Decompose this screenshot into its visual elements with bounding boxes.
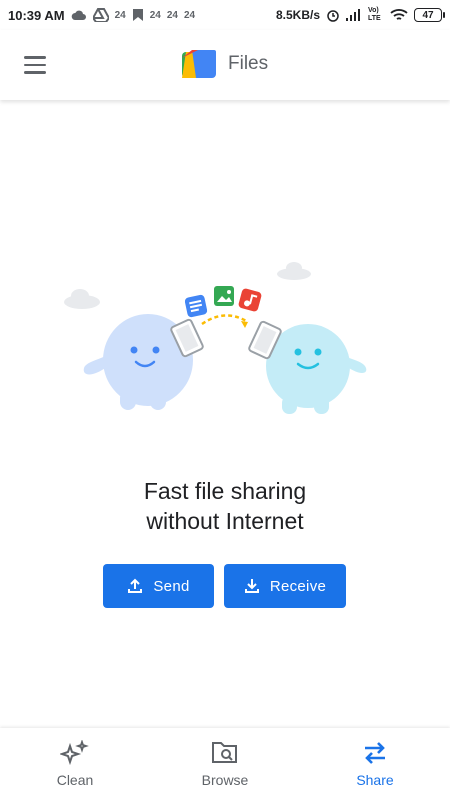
transfer-arc <box>201 314 249 326</box>
share-actions: Send Receive <box>103 564 346 608</box>
audio-file-icon <box>238 288 262 312</box>
notif-count-1: 24 <box>114 9 126 21</box>
headline-line-1: Fast file sharing <box>143 478 307 504</box>
swap-arrows-icon <box>365 742 385 764</box>
signal-icon <box>346 9 360 21</box>
cloud-right <box>277 262 311 280</box>
files-app-logo <box>182 50 216 78</box>
notif-count-3: 24 <box>166 9 178 21</box>
nav-browse-label: Browse <box>201 772 249 788</box>
folder-search-icon <box>212 742 237 763</box>
status-left: 10:39 AM 24 24 24 24 <box>8 8 195 23</box>
app-bar: Files <box>0 30 450 100</box>
status-bar: 10:39 AM 24 24 24 24 8.5KB/s Vo) LTE 47 <box>0 0 450 30</box>
download-icon <box>244 579 259 593</box>
nav-share[interactable]: Share <box>300 728 450 800</box>
headline-line-2: without Internet <box>146 508 304 534</box>
wifi-icon <box>390 9 408 20</box>
share-headline: Fast file sharing without Internet <box>0 476 450 536</box>
cloud-left <box>64 289 100 309</box>
file-sharing-illustration <box>64 262 367 414</box>
receiver-character <box>248 320 367 414</box>
status-time: 10:39 AM <box>8 7 65 23</box>
receive-button[interactable]: Receive <box>224 564 346 608</box>
hamburger-menu-icon[interactable] <box>18 50 52 80</box>
send-label: Send <box>153 577 190 595</box>
cloud-icon <box>71 10 86 20</box>
sparkle-icon <box>60 740 89 766</box>
battery-indicator: 47 <box>414 8 445 22</box>
sender-character <box>83 314 204 410</box>
drive-icon <box>92 8 109 22</box>
doc-file-icon <box>184 294 208 318</box>
status-right: 8.5KB/s Vo) LTE 47 <box>275 7 445 23</box>
bottom-navigation: Clean Browse Share <box>0 728 450 800</box>
network-speed: 8.5KB/s <box>275 8 320 22</box>
app-title-group: Files <box>180 48 268 80</box>
lte-label: Vo) LTE <box>368 7 381 22</box>
share-main: Fast file sharing without Internet Send … <box>0 100 450 728</box>
app-title: Files <box>228 53 269 74</box>
bookmark-icon <box>132 9 143 21</box>
upload-icon <box>128 578 143 593</box>
nav-share-label: Share <box>356 772 394 788</box>
alarm-icon <box>327 10 339 22</box>
notif-count-4: 24 <box>183 9 196 21</box>
nav-clean[interactable]: Clean <box>0 728 150 800</box>
receive-label: Receive <box>269 577 327 595</box>
image-file-icon <box>214 286 234 306</box>
nav-browse[interactable]: Browse <box>150 728 300 800</box>
notif-count-2: 24 <box>149 9 161 21</box>
nav-clean-label: Clean <box>56 772 94 788</box>
send-button[interactable]: Send <box>103 564 214 608</box>
